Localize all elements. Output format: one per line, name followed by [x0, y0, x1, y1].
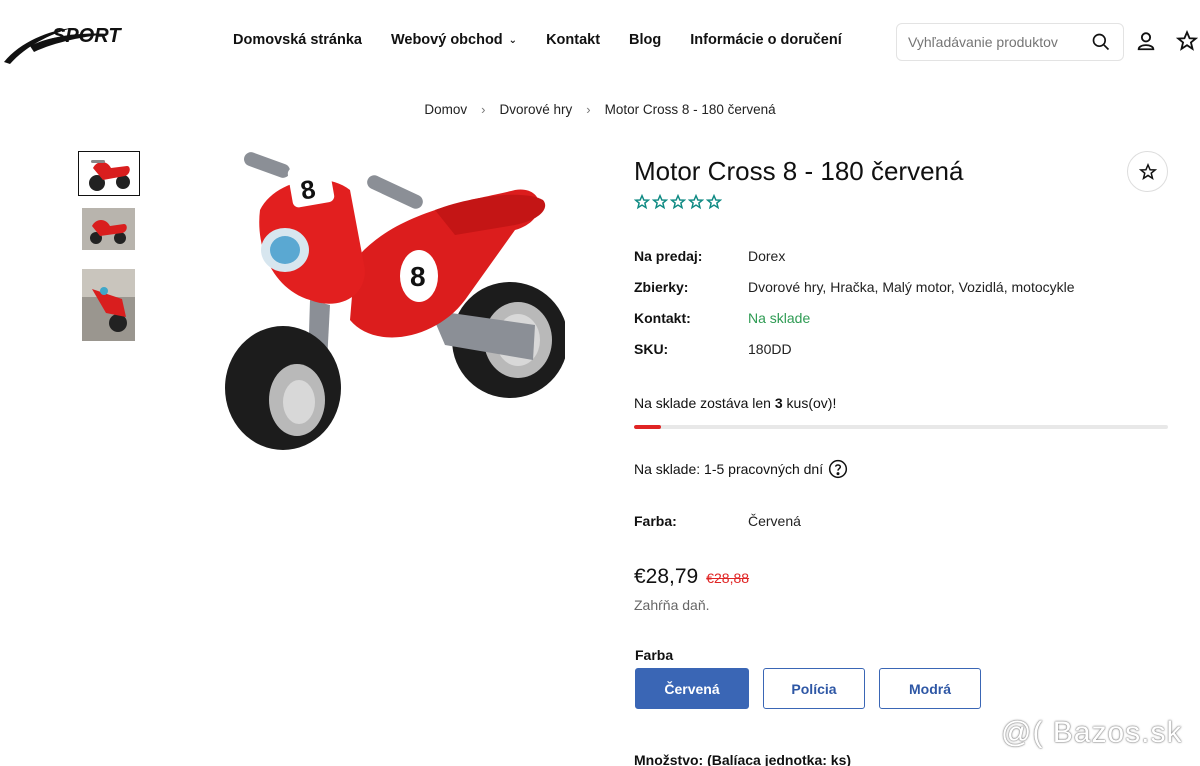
- breadcrumb-current: Motor Cross 8 - 180 červená: [604, 102, 776, 117]
- sport-logo[interactable]: SPORT: [0, 12, 140, 70]
- meta-vendor: Na predaj: Dorex: [634, 248, 785, 264]
- price-old: €28,88: [706, 570, 750, 586]
- meta-collections: Zbierky: Dvorové hry, Hračka, Malý motor…: [634, 279, 1075, 295]
- option-cervena[interactable]: Červená: [635, 668, 749, 709]
- meta-color: Farba: Červená: [634, 513, 801, 529]
- delivery-info: Na sklade: 1-5 pracovných dní: [634, 459, 848, 479]
- nav-home[interactable]: Domovská stránka: [233, 32, 362, 48]
- main-nav: Domovská stránka Webový obchod ⌄ Kontakt …: [233, 32, 871, 48]
- product-title: Motor Cross 8 - 180 červená: [634, 156, 964, 186]
- stock-count: 3: [774, 395, 783, 411]
- breadcrumb-category[interactable]: Dvorové hry: [499, 102, 572, 117]
- nav-label: Informácie o doručení: [690, 32, 842, 48]
- star-outline-icon: [652, 194, 668, 210]
- star-outline-icon: [670, 194, 686, 210]
- svg-text:8: 8: [410, 261, 426, 292]
- search-input[interactable]: [897, 34, 1077, 50]
- meta-key: Zbierky:: [634, 279, 689, 295]
- thumbnail-1[interactable]: [78, 151, 140, 196]
- nav-shop[interactable]: Webový obchod ⌄: [391, 32, 517, 48]
- meta-key: Na predaj:: [634, 248, 703, 264]
- meta-key: SKU:: [634, 341, 669, 357]
- chevron-down-icon: ⌄: [508, 34, 518, 46]
- meta-value: 180DD: [748, 341, 792, 357]
- user-icon[interactable]: [1135, 30, 1157, 52]
- rating-stars[interactable]: [634, 194, 722, 210]
- nav-delivery-info[interactable]: Informácie o doručení: [690, 32, 841, 48]
- breadcrumb-home[interactable]: Domov: [424, 102, 467, 117]
- stock-progress-bar: [634, 425, 1168, 429]
- search-icon[interactable]: [1091, 32, 1111, 52]
- star-icon[interactable]: [1176, 30, 1198, 52]
- nav-label: Blog: [629, 32, 662, 48]
- meta-value[interactable]: Dvorové hry, Hračka, Malý motor, Vozidlá…: [748, 279, 1075, 295]
- site-header: SPORT Domovská stránka Webový obchod ⌄ Ko…: [0, 0, 1200, 84]
- stock-suffix: kus(ov)!: [786, 395, 837, 411]
- meta-value[interactable]: Dorex: [748, 248, 785, 264]
- stock-prefix: Na sklade zostáva len: [634, 395, 771, 411]
- delivery-text: Na sklade: 1-5 pracovných dní: [634, 461, 824, 477]
- meta-key: Farba:: [634, 513, 677, 529]
- stock-progress-fill: [634, 425, 661, 429]
- nav-label: Domovská stránka: [233, 32, 362, 48]
- star-outline-icon: [688, 194, 704, 210]
- meta-availability: Kontakt: Na sklade: [634, 310, 810, 326]
- breadcrumb: Domov › Dvorové hry › Motor Cross 8 - 18…: [0, 102, 1200, 117]
- svg-text:SPORT: SPORT: [52, 25, 122, 47]
- thumbnail-3[interactable]: [82, 269, 135, 341]
- nav-label: Webový obchod: [390, 32, 503, 48]
- chevron-right-icon: ›: [481, 102, 486, 117]
- product-image[interactable]: 8 8: [215, 150, 565, 455]
- nav-blog[interactable]: Blog: [629, 32, 661, 48]
- search-box: [896, 23, 1124, 61]
- price: €28,79 €28,88: [634, 565, 749, 589]
- quantity-label: Množstvo: (Balíaca jednotka: ks): [634, 752, 852, 766]
- help-icon[interactable]: [828, 459, 848, 479]
- option-modra[interactable]: Modrá: [879, 668, 981, 709]
- meta-value: Na sklade: [748, 310, 811, 326]
- tax-note: Zahŕňa daň.: [634, 597, 710, 613]
- star-outline-icon: [634, 194, 650, 210]
- watermark: @( Bazos.sk: [1001, 716, 1183, 749]
- price-current: €28,79: [634, 565, 699, 588]
- meta-sku: SKU: 180DD: [634, 341, 792, 357]
- stock-message: Na sklade zostáva len 3 kus(ov)!: [634, 395, 836, 411]
- nav-contact[interactable]: Kontakt: [546, 32, 600, 48]
- nav-label: Kontakt: [546, 32, 601, 48]
- meta-value: Červená: [748, 513, 801, 529]
- option-policia[interactable]: Polícia: [763, 668, 865, 709]
- star-outline-icon: [706, 194, 722, 210]
- chevron-right-icon: ›: [586, 102, 591, 117]
- meta-key: Kontakt:: [634, 310, 691, 326]
- thumbnail-2[interactable]: [82, 208, 135, 250]
- add-to-wishlist-button[interactable]: [1127, 151, 1168, 192]
- options-label: Farba: [635, 647, 674, 663]
- star-icon: [1138, 162, 1157, 180]
